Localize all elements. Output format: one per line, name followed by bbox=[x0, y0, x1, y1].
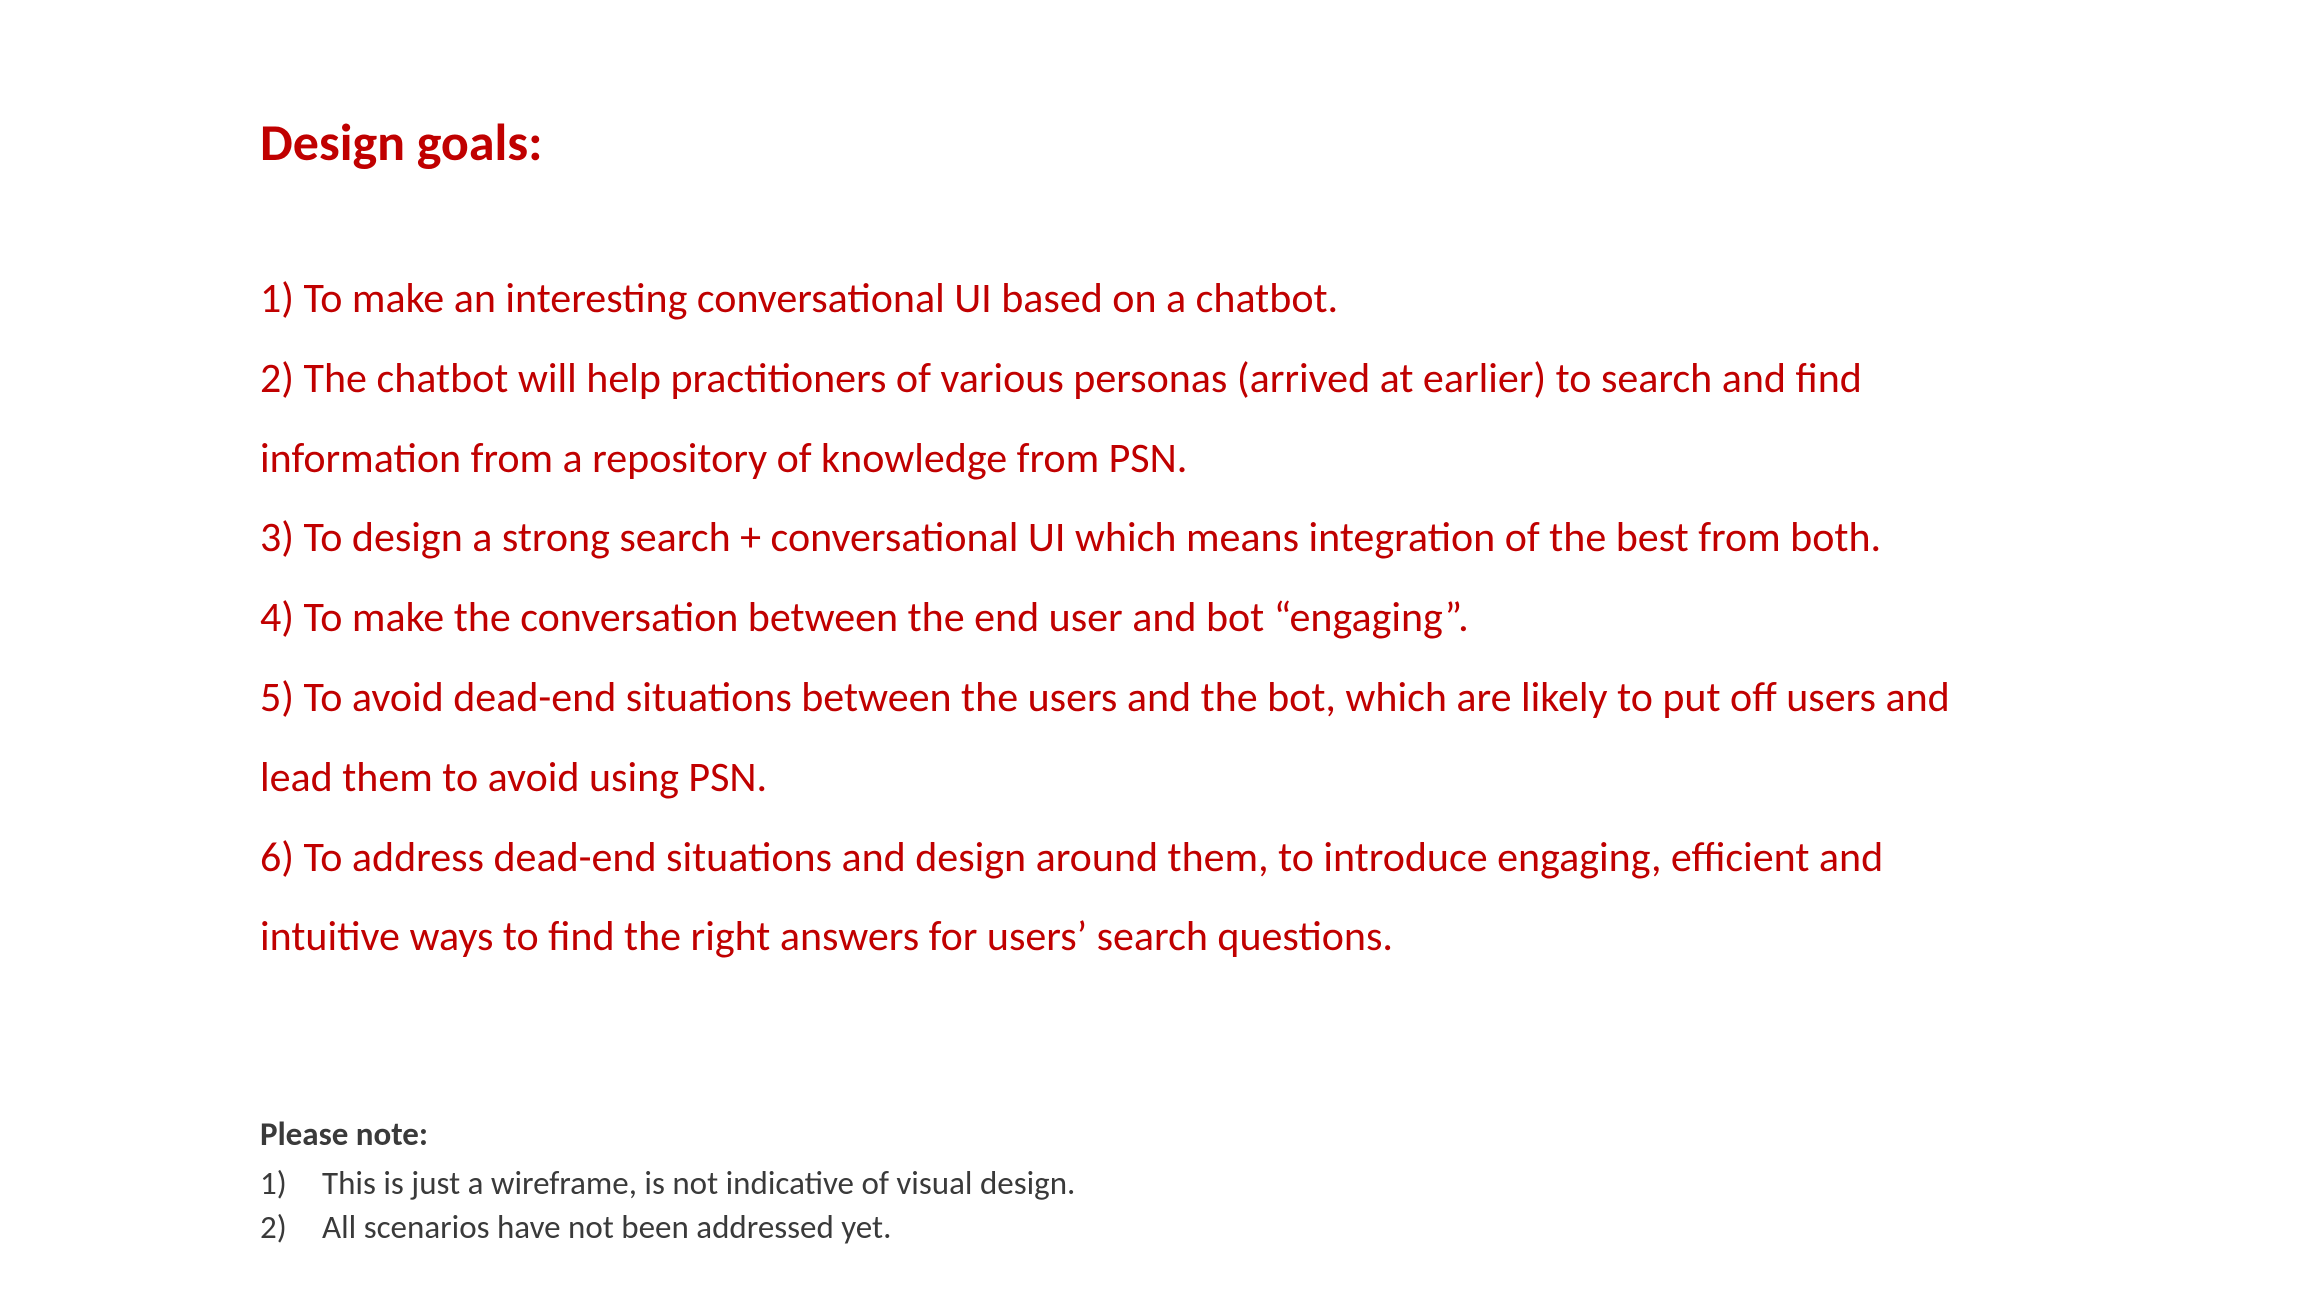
notes-list: 1) This is just a wireframe, is not indi… bbox=[260, 1161, 2042, 1250]
goal-item: 4) To make the conversation between the … bbox=[260, 578, 1980, 658]
note-text: This is just a wireframe, is not indicat… bbox=[322, 1161, 1075, 1206]
notes-section: Please note: 1) This is just a wireframe… bbox=[260, 1112, 2042, 1250]
note-number: 1) bbox=[260, 1161, 322, 1206]
goal-item: 2) The chatbot will help practitioners o… bbox=[260, 339, 1980, 499]
goal-item: 1) To make an interesting conversational… bbox=[260, 259, 1980, 339]
note-text: All scenarios have not been addressed ye… bbox=[322, 1205, 891, 1250]
goal-item: 3) To design a strong search + conversat… bbox=[260, 498, 1980, 578]
design-goals-list: 1) To make an interesting conversational… bbox=[260, 259, 1980, 977]
goal-item: 5) To avoid dead-end situations between … bbox=[260, 658, 1980, 818]
note-item: 1) This is just a wireframe, is not indi… bbox=[260, 1161, 2042, 1206]
page-title: Design goals: bbox=[260, 110, 2042, 174]
notes-heading: Please note: bbox=[260, 1112, 2042, 1157]
goal-item: 6) To address dead-end situations and de… bbox=[260, 818, 1980, 978]
note-item: 2) All scenarios have not been addressed… bbox=[260, 1205, 2042, 1250]
note-number: 2) bbox=[260, 1205, 322, 1250]
